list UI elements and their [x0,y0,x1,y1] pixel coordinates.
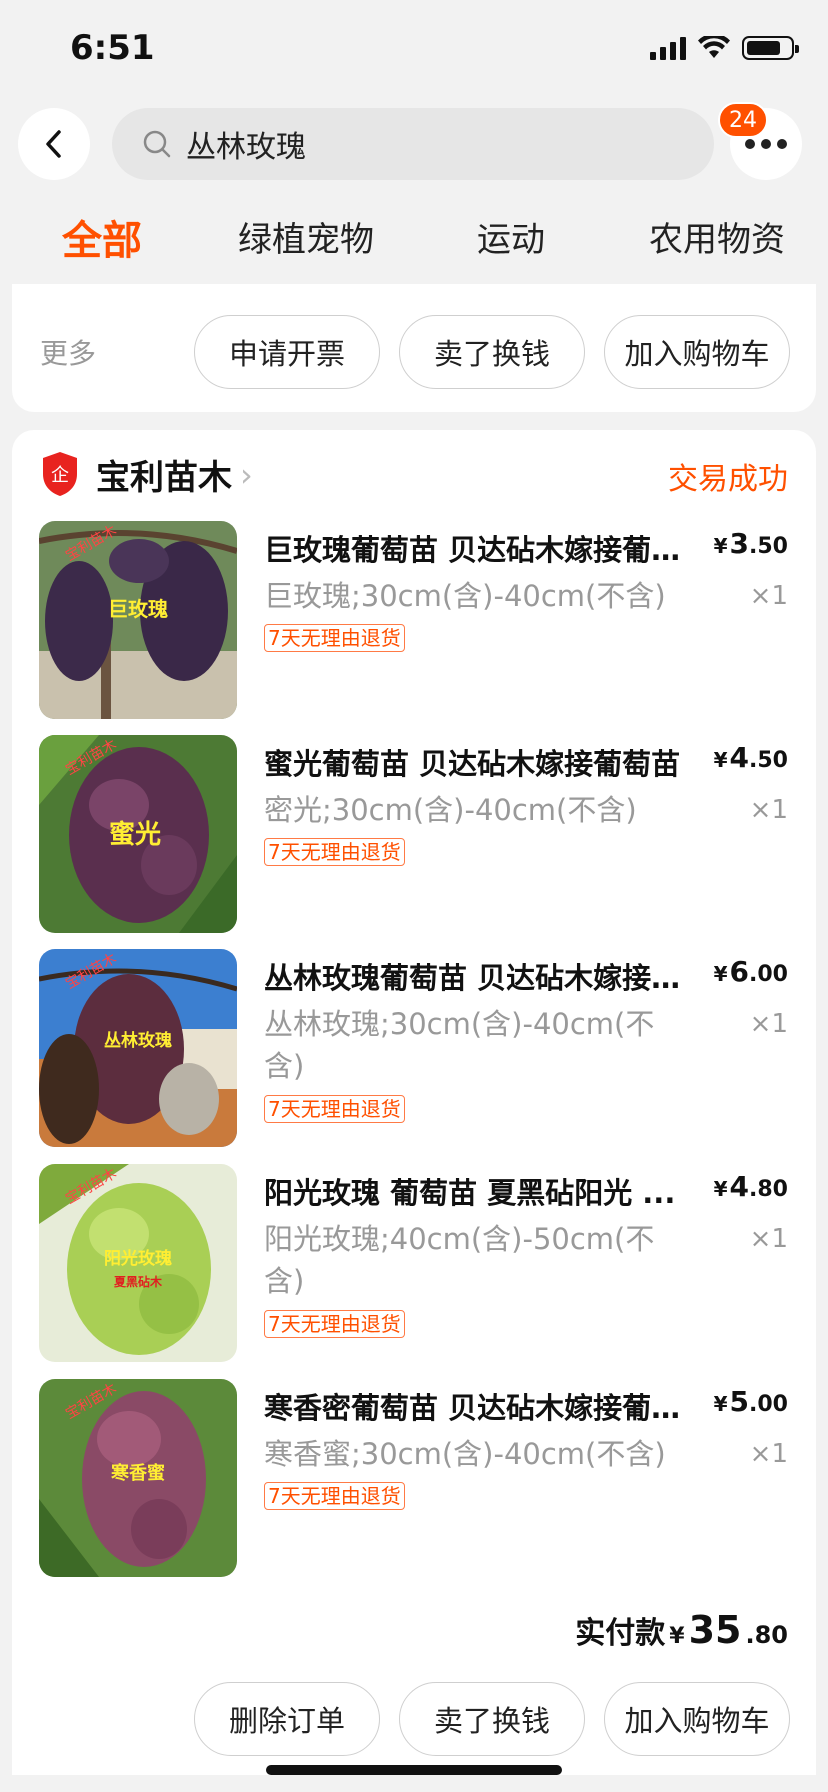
tab-all[interactable]: 全部 [62,208,142,266]
item-spec: 丛林玫瑰;30cm(含)-40cm(不含) [264,1007,655,1083]
previous-order-card: 更多 申请开票 卖了换钱 加入购物车 [12,284,816,412]
item-title: 寒香密葡萄苗 贝达砧木嫁接葡萄苗 [264,1391,689,1425]
item-spec: 寒香蜜;30cm(含)-40cm(不含) [264,1437,666,1471]
return-policy-tag: 7天无理由退货 [264,1482,405,1510]
shop-name: 宝利苗木 [96,458,232,498]
item-spec: 阳光玫瑰;40cm(含)-50cm(不含) [264,1222,655,1298]
order-total: 实付款 ¥35.80 [575,1608,788,1652]
product-image[interactable]: 宝利苗木 阳光玫瑰 夏黑砧木 [39,1164,237,1362]
svg-text:夏黑砧木: 夏黑砧木 [114,1274,163,1289]
order-status: 交易成功 [668,462,788,497]
resell-button[interactable]: 卖了换钱 [399,1682,585,1756]
return-policy-tag: 7天无理由退货 [264,1310,405,1338]
more-actions-label[interactable]: 更多 [40,332,96,372]
home-indicator[interactable] [266,1765,562,1775]
item-title: 巨玫瑰葡萄苗 贝达砧木嫁接葡萄苗 [264,533,689,567]
cellular-signal-icon [650,36,686,60]
svg-text:阳光玫瑰: 阳光玫瑰 [104,1248,172,1269]
item-quantity: ×1 [749,1439,788,1469]
svg-text:蜜光: 蜜光 [109,819,161,850]
item-spec: 巨玫瑰;30cm(含)-40cm(不含) [264,579,666,613]
total-label: 实付款 [575,1616,666,1651]
tab-agri-supplies[interactable]: 农用物资 [649,212,785,261]
svg-text:寒香蜜: 寒香蜜 [110,1462,165,1484]
chevron-right-icon: › [240,455,253,494]
order-item[interactable]: 宝利苗木 巨玫瑰 巨玫瑰葡萄苗 贝达砧木嫁接葡萄苗 巨玫瑰;30cm(含)-40… [12,521,816,721]
item-price: ¥5.00 [713,1385,788,1418]
tab-sports[interactable]: 运动 [477,212,545,261]
item-quantity: ×1 [749,1009,788,1039]
item-spec: 密光;30cm(含)-40cm(不含) [264,793,637,827]
shop-link[interactable]: 宝利苗木 › [96,450,253,499]
item-quantity: ×1 [749,795,788,825]
top-bar: 丛林玫瑰 24 [0,102,828,182]
battery-icon [742,36,799,60]
order-item[interactable]: 宝利苗木 丛林玫瑰 丛林玫瑰葡萄苗 贝达砧木嫁接葡萄苗 丛林玫瑰;30cm(含)… [12,949,816,1149]
svg-text:巨玫瑰: 巨玫瑰 [108,597,168,621]
svg-text:企: 企 [51,465,69,486]
search-query: 丛林玫瑰 [186,130,306,165]
add-to-cart-button[interactable]: 加入购物车 [604,1682,790,1756]
total-amount-int: 35 [688,1608,742,1652]
item-quantity: ×1 [749,1224,788,1254]
enterprise-shield-icon: 企 [43,452,77,496]
resell-button[interactable]: 卖了换钱 [399,315,585,389]
status-icons [650,36,799,60]
item-title: 阳光玫瑰 葡萄苗 夏黑砧阳光 ... [264,1176,676,1210]
item-title: 蜜光葡萄苗 贝达砧木嫁接葡萄苗 [264,747,681,781]
order-item[interactable]: 宝利苗木 阳光玫瑰 夏黑砧木 阳光玫瑰 葡萄苗 夏黑砧阳光 ... 阳光玫瑰;4… [12,1164,816,1364]
item-title: 丛林玫瑰葡萄苗 贝达砧木嫁接葡萄苗 [264,961,689,995]
delete-order-button[interactable]: 删除订单 [194,1682,380,1756]
product-image[interactable]: 宝利苗木 寒香蜜 [39,1379,237,1577]
total-amount-dec: .80 [745,1621,788,1649]
svg-text:丛林玫瑰: 丛林玫瑰 [104,1030,172,1051]
item-price: ¥4.50 [713,741,788,774]
return-policy-tag: 7天无理由退货 [264,1095,405,1123]
search-bar[interactable]: 丛林玫瑰 [112,108,714,180]
status-bar: 6:51 [0,0,828,100]
request-invoice-button[interactable]: 申请开票 [194,315,380,389]
product-image[interactable]: 宝利苗木 蜜光 [39,735,237,933]
tab-plants-pets[interactable]: 绿植宠物 [238,212,374,261]
notification-badge: 24 [718,102,768,138]
category-tabs: 全部 绿植宠物 运动 农用物资 [0,212,828,272]
back-button[interactable] [18,108,90,180]
product-image[interactable]: 宝利苗木 巨玫瑰 [39,521,237,719]
search-icon [143,130,171,158]
product-image[interactable]: 宝利苗木 丛林玫瑰 [39,949,237,1147]
more-button[interactable]: 24 [718,102,802,180]
item-price: ¥3.50 [713,527,788,560]
return-policy-tag: 7天无理由退货 [264,624,405,652]
order-item[interactable]: 宝利苗木 寒香蜜 寒香密葡萄苗 贝达砧木嫁接葡萄苗 寒香蜜;30cm(含)-40… [12,1379,816,1579]
order-card: 企 宝利苗木 › 交易成功 宝利苗木 巨玫瑰 巨玫瑰葡萄苗 贝达砧木嫁接葡萄苗 … [12,430,816,1775]
item-price: ¥4.80 [713,1170,788,1203]
item-price: ¥6.00 [713,955,788,988]
return-policy-tag: 7天无理由退货 [264,838,405,866]
status-time: 6:51 [70,28,155,68]
more-dots-icon [745,139,787,149]
back-arrow-icon [46,130,61,158]
order-item[interactable]: 宝利苗木 蜜光 蜜光葡萄苗 贝达砧木嫁接葡萄苗 密光;30cm(含)-40cm(… [12,735,816,935]
add-to-cart-button[interactable]: 加入购物车 [604,315,790,389]
wifi-icon [698,36,730,58]
item-quantity: ×1 [749,581,788,611]
total-currency: ¥ [669,1624,685,1649]
